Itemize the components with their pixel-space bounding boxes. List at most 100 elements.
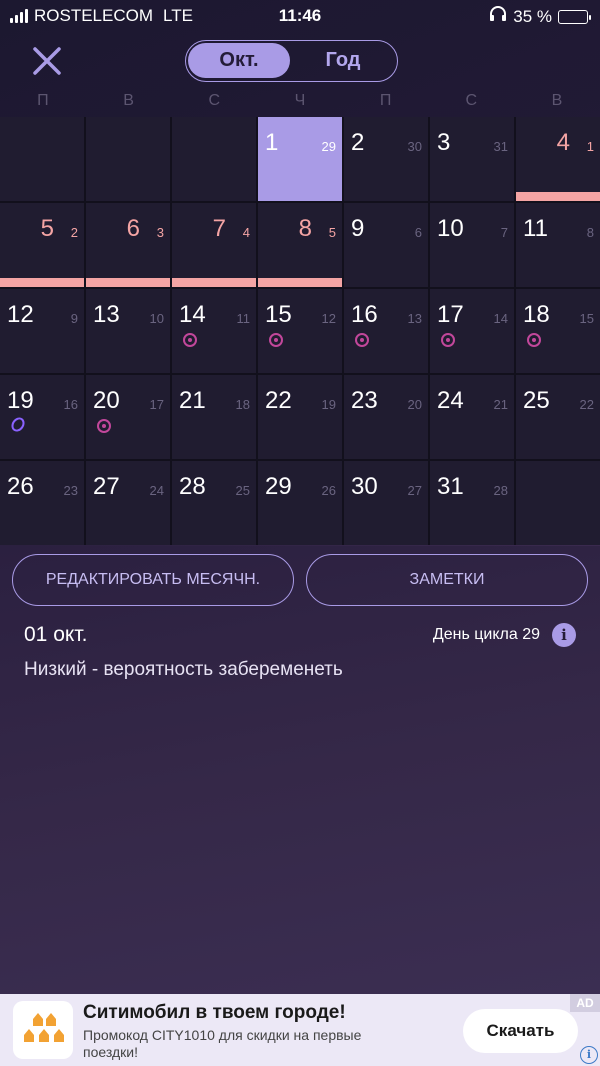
weekday-label: В <box>123 92 134 109</box>
empty-cell <box>0 117 84 201</box>
day-number: 1 <box>265 129 279 156</box>
battery-percent: 35 % <box>513 6 552 26</box>
day-cell-20[interactable]: 20 17 <box>86 375 170 459</box>
day-cell-14[interactable]: 14 11 <box>172 289 256 373</box>
day-number: 28 <box>179 473 206 500</box>
day-cell-26[interactable]: 26 23 <box>0 461 84 545</box>
day-cell-19[interactable]: 19 16 <box>0 375 84 459</box>
action-buttons: РЕДАКТИРОВАТЬ МЕСЯЧН. ЗАМЕТКИ <box>12 554 588 608</box>
download-button[interactable]: Скачать <box>463 1009 578 1053</box>
weekday-label: П <box>379 92 392 109</box>
info-icon[interactable]: i <box>552 623 576 647</box>
pregnancy-chance: Низкий - вероятность забеременеть <box>24 659 343 680</box>
day-number: 30 <box>351 473 378 500</box>
day-cell-29[interactable]: 29 26 <box>258 461 342 545</box>
day-cell-11[interactable]: 11 8 <box>516 203 600 287</box>
cycle-day-number: 18 <box>235 397 250 412</box>
day-cell-21[interactable]: 21 18 <box>172 375 256 459</box>
cycle-day-number: 24 <box>149 483 164 498</box>
weekday-label: С <box>465 92 478 109</box>
battery-icon <box>558 9 591 24</box>
calendar-grid: 1 29 2 30 3 31 4 1 5 2 6 3 7 4 8 5 9 6 10 7 11 8 12 9 13 10 14 11 15… <box>0 117 600 545</box>
period-bar <box>86 278 170 287</box>
selected-date: 01 окт. <box>24 623 88 646</box>
day-number: 22 <box>265 387 292 414</box>
day-cell-6[interactable]: 63 <box>86 203 170 287</box>
ad-info-icon[interactable]: i <box>580 1046 598 1064</box>
cycle-day-number: 11 <box>236 311 251 326</box>
cycle-day-number: 22 <box>579 397 594 412</box>
day-cell-3[interactable]: 3 31 <box>430 117 514 201</box>
cycle-day: День цикла 29 <box>432 626 540 643</box>
weekday-label: П <box>37 92 49 109</box>
ad-tag: AD <box>570 994 600 1012</box>
day-number: 6 <box>126 215 140 242</box>
day-number: 23 <box>351 387 378 414</box>
segment-month[interactable]: Окт. <box>188 43 290 78</box>
cycle-day-number: 26 <box>321 483 336 498</box>
day-number: 18 <box>523 301 550 328</box>
day-cell-7[interactable]: 74 <box>172 203 256 287</box>
day-number: 7 <box>212 215 226 242</box>
day-cell-10[interactable]: 10 7 <box>430 203 514 287</box>
day-cell-23[interactable]: 23 20 <box>344 375 428 459</box>
cycle-day-number: 21 <box>493 397 508 412</box>
weekday-label: С <box>208 92 220 109</box>
day-number: 14 <box>179 301 206 328</box>
day-cell-13[interactable]: 13 10 <box>86 289 170 373</box>
cycle-day-number: 10 <box>149 311 164 326</box>
day-number: 12 <box>7 301 34 328</box>
taxi-logo-icon <box>13 1001 73 1059</box>
empty-cell <box>516 461 600 545</box>
view-switcher: Окт. Год <box>185 40 398 82</box>
edit-period-button[interactable]: РЕДАКТИРОВАТЬ МЕСЯЧН. <box>12 554 294 606</box>
day-cell-28[interactable]: 28 25 <box>172 461 256 545</box>
day-cell-8[interactable]: 85 <box>258 203 342 287</box>
fertile-day-icon <box>97 419 111 433</box>
fertile-day-icon <box>527 333 541 347</box>
cycle-day-number: 7 <box>500 225 508 240</box>
cycle-day-number: 4 <box>242 225 250 240</box>
day-cell-30[interactable]: 30 27 <box>344 461 428 545</box>
day-cell-5[interactable]: 52 <box>0 203 84 287</box>
day-cell-17[interactable]: 17 14 <box>430 289 514 373</box>
segment-year[interactable]: Год <box>292 43 394 78</box>
fertile-day-icon <box>355 333 369 347</box>
day-number: 26 <box>7 473 34 500</box>
day-cell-15[interactable]: 15 12 <box>258 289 342 373</box>
day-cell-18[interactable]: 18 15 <box>516 289 600 373</box>
day-cell-25[interactable]: 25 22 <box>516 375 600 459</box>
notes-button[interactable]: ЗАМЕТКИ <box>306 554 588 606</box>
cycle-day-number: 13 <box>407 311 422 326</box>
day-cell-4[interactable]: 41 <box>516 117 600 201</box>
day-cell-12[interactable]: 12 9 <box>0 289 84 373</box>
cycle-day-number: 6 <box>414 225 422 240</box>
day-cell-31[interactable]: 31 28 <box>430 461 514 545</box>
ad-banner[interactable]: Ситимобил в твоем городе! Промокод CITY1… <box>0 994 600 1066</box>
weekday-label: Ч <box>294 92 306 109</box>
cycle-day-number: 25 <box>235 483 250 498</box>
day-cell-1[interactable]: 1 29 <box>258 117 342 201</box>
cycle-day-number: 14 <box>493 311 508 326</box>
ovulation-egg-icon <box>8 414 28 435</box>
empty-cell <box>86 117 170 201</box>
day-cell-24[interactable]: 24 21 <box>430 375 514 459</box>
day-cell-9[interactable]: 96 <box>344 203 428 287</box>
status-bar: ROSTELECOM LTE 11:46 35 % <box>0 0 600 32</box>
cycle-day-number: 28 <box>493 483 508 498</box>
cycle-day-number: 15 <box>579 311 594 326</box>
empty-cell <box>172 117 256 201</box>
day-number: 16 <box>351 301 378 328</box>
day-cell-22[interactable]: 22 19 <box>258 375 342 459</box>
day-number: 13 <box>93 301 120 328</box>
fertile-day-icon <box>183 333 197 347</box>
cycle-day-number: 30 <box>407 139 422 154</box>
day-cell-16[interactable]: 16 13 <box>344 289 428 373</box>
day-number: 8 <box>298 215 312 242</box>
day-number: 24 <box>437 387 464 414</box>
day-number: 31 <box>437 473 464 500</box>
day-cell-2[interactable]: 2 30 <box>344 117 428 201</box>
day-cell-27[interactable]: 27 24 <box>86 461 170 545</box>
day-number: 21 <box>179 387 206 414</box>
close-icon[interactable] <box>30 44 64 78</box>
